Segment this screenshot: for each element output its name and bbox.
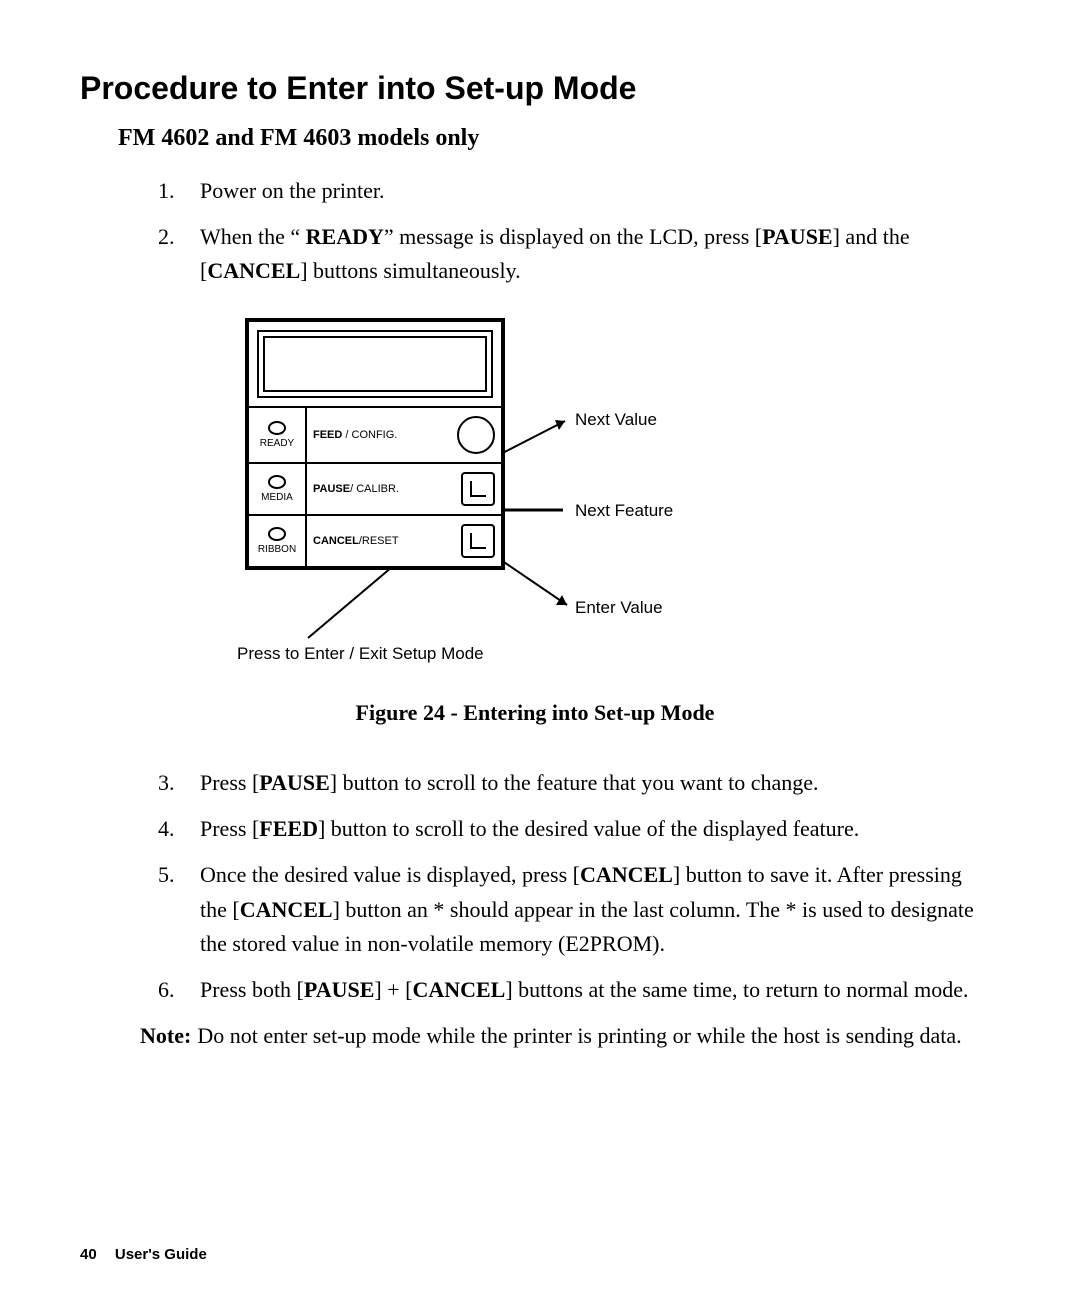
ordered-list-top: 1. Power on the printer. 2. When the “ R… <box>158 174 990 288</box>
lcd-frame <box>257 330 493 398</box>
item-body: Power on the printer. <box>200 174 990 208</box>
list-item: 6. Press both [PAUSE] + [CANCEL] buttons… <box>158 973 990 1007</box>
item-body: Once the desired value is displayed, pre… <box>200 858 990 960</box>
item-number: 1. <box>158 174 200 208</box>
printer-panel: READY FEED / CONFIG. MEDIA PAUSE/ CALIBR… <box>245 318 505 570</box>
ordered-list-bottom: 3. Press [PAUSE] button to scroll to the… <box>158 766 990 1007</box>
item-body: Press [FEED] button to scroll to the des… <box>200 812 990 846</box>
note: Note: Do not enter set-up mode while the… <box>140 1019 990 1053</box>
item-number: 3. <box>158 766 200 800</box>
item-number: 5. <box>158 858 200 960</box>
note-body: Do not enter set-up mode while the print… <box>197 1019 961 1053</box>
item-body: When the “ READY” message is displayed o… <box>200 220 990 288</box>
page-number: 40 <box>80 1246 97 1263</box>
callout-press-enter-exit: Press to Enter / Exit Setup Mode <box>237 644 484 664</box>
list-item: 1. Power on the printer. <box>158 174 990 208</box>
led-icon <box>268 421 286 435</box>
item-number: 2. <box>158 220 200 288</box>
panel-row-cancel: RIBBON CANCEL/RESET <box>249 514 501 566</box>
button-cell-cancel: CANCEL/RESET <box>307 516 501 566</box>
button-cell-feed: FEED / CONFIG. <box>307 408 501 462</box>
callout-enter-value: Enter Value <box>575 598 663 618</box>
led-icon <box>268 527 286 541</box>
control-panel-diagram: READY FEED / CONFIG. MEDIA PAUSE/ CALIBR… <box>205 318 865 678</box>
led-ready: READY <box>249 408 307 462</box>
page-footer: 40 User's Guide <box>80 1246 207 1263</box>
page: Procedure to Enter into Set-up Mode FM 4… <box>0 0 1080 1311</box>
lcd-screen <box>263 336 487 392</box>
callout-next-feature: Next Feature <box>575 501 673 521</box>
list-item: 4. Press [FEED] button to scroll to the … <box>158 812 990 846</box>
button-cell-pause: PAUSE/ CALIBR. <box>307 464 501 514</box>
list-item: 2. When the “ READY” message is displaye… <box>158 220 990 288</box>
pause-button-icon <box>461 472 495 506</box>
panel-row-pause: MEDIA PAUSE/ CALIBR. <box>249 462 501 514</box>
item-body: Press [PAUSE] button to scroll to the fe… <box>200 766 990 800</box>
list-item: 5. Once the desired value is displayed, … <box>158 858 990 960</box>
figure: READY FEED / CONFIG. MEDIA PAUSE/ CALIBR… <box>80 318 990 678</box>
led-icon <box>268 475 286 489</box>
led-media: MEDIA <box>249 464 307 514</box>
page-title: Procedure to Enter into Set-up Mode <box>80 70 990 107</box>
button-label: PAUSE/ CALIBR. <box>313 483 399 495</box>
led-ribbon: RIBBON <box>249 516 307 566</box>
list-item: 3. Press [PAUSE] button to scroll to the… <box>158 766 990 800</box>
feed-button-icon <box>457 416 495 454</box>
panel-row-feed: READY FEED / CONFIG. <box>249 406 501 462</box>
item-number: 4. <box>158 812 200 846</box>
button-label: CANCEL/RESET <box>313 535 399 547</box>
cancel-button-icon <box>461 524 495 558</box>
callout-next-value: Next Value <box>575 410 657 430</box>
button-label: FEED / CONFIG. <box>313 429 397 441</box>
item-number: 6. <box>158 973 200 1007</box>
item-body: Press both [PAUSE] + [CANCEL] buttons at… <box>200 973 990 1007</box>
note-label: Note: <box>140 1019 191 1053</box>
figure-caption: Figure 24 - Entering into Set-up Mode <box>80 700 990 726</box>
section-subtitle: FM 4602 and FM 4603 models only <box>118 125 990 152</box>
doc-title: User's Guide <box>115 1246 207 1263</box>
